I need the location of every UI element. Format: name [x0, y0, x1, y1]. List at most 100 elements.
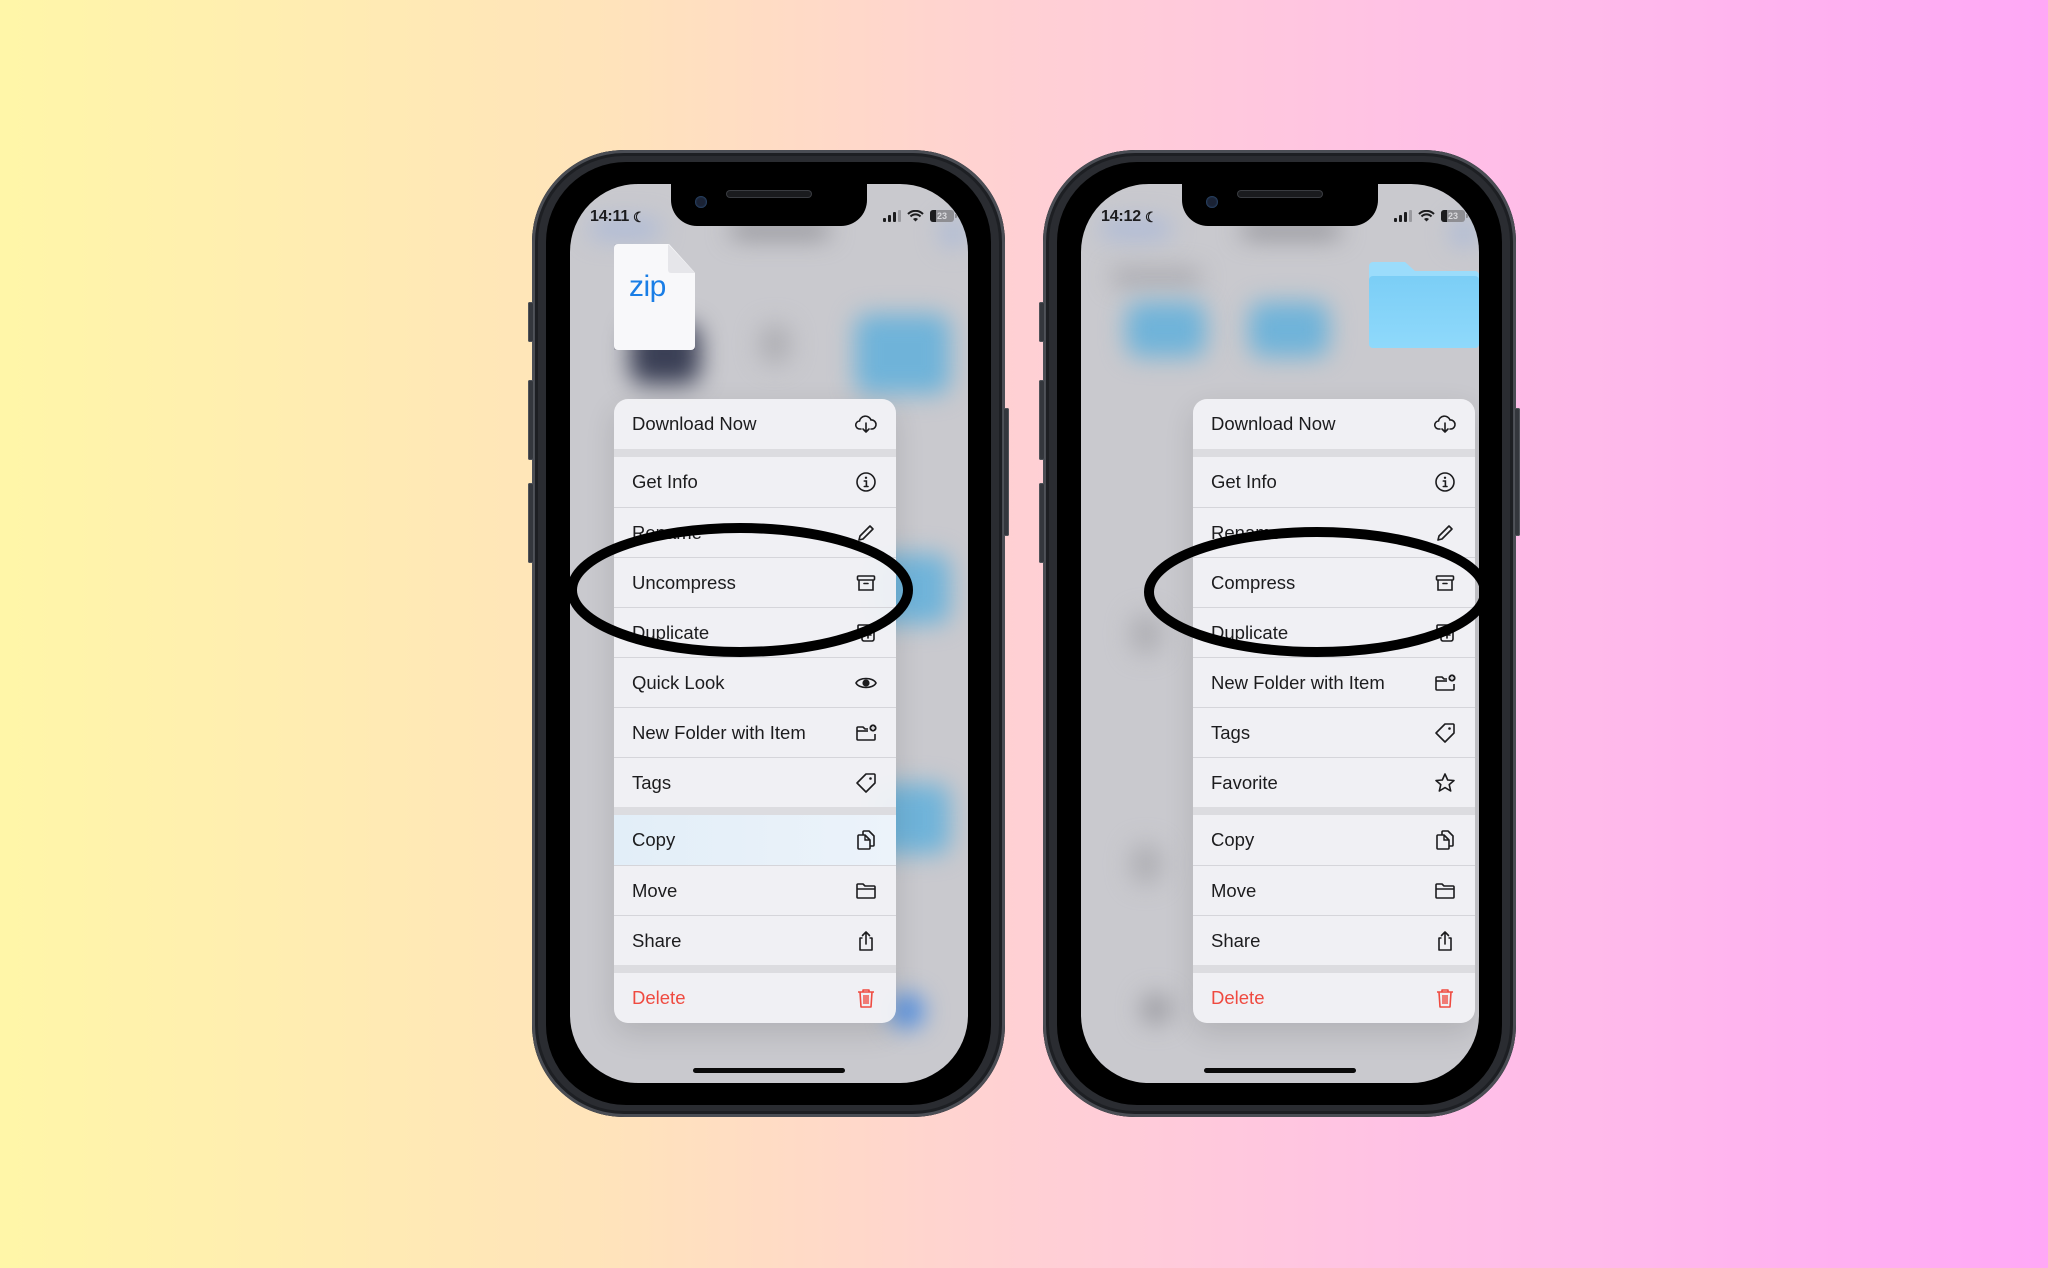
status-icons: 23: [883, 210, 957, 222]
menu-item-move[interactable]: Move: [614, 865, 896, 915]
menu-item-get-info[interactable]: Get Info: [614, 457, 896, 507]
menu-item-label: Delete: [632, 987, 686, 1008]
camera: [695, 196, 707, 208]
status-time: 14:11 ☾: [590, 208, 646, 225]
copy-icon: [1433, 828, 1457, 852]
menu-item-label: Compress: [1211, 571, 1296, 593]
menu-item-label: Download Now: [632, 413, 757, 434]
pencil-icon: [1433, 521, 1457, 545]
menu-group-separator: [614, 965, 896, 973]
blurred-nav-button: [940, 220, 966, 246]
menu-item-label: Duplicate: [1211, 621, 1289, 643]
star-icon: [1433, 771, 1457, 795]
share-icon: [854, 929, 878, 953]
battery-icon: 23: [1441, 210, 1468, 222]
context-menu: Download Now Get Info Rename Compress Duplic…: [1193, 399, 1475, 1023]
tag-icon: [854, 771, 878, 795]
menu-item-delete[interactable]: Delete: [1193, 973, 1475, 1023]
signal-icon: [883, 210, 901, 222]
menu-item-tags[interactable]: Tags: [614, 757, 896, 807]
cloud-download-icon: [854, 412, 878, 436]
menu-item-delete[interactable]: Delete: [614, 973, 896, 1023]
blurred-folder: [1249, 302, 1329, 357]
screen: 14:11 ☾ 23 zip Download Now Get Info Rena: [570, 184, 968, 1083]
trash-icon: [854, 986, 878, 1010]
menu-item-label: Rename: [632, 521, 702, 543]
menu-item-copy[interactable]: Copy: [614, 815, 896, 865]
context-menu: Download Now Get Info Rename Uncompress Dupl…: [614, 399, 896, 1023]
menu-item-duplicate[interactable]: Duplicate: [614, 607, 896, 657]
menu-item-download-now[interactable]: Download Now: [614, 399, 896, 449]
screen: 14:12 ☾ 23 Download Now Get Info Rename …: [1081, 184, 1479, 1083]
power-button: [1514, 408, 1520, 536]
power-button: [1003, 408, 1009, 536]
pencil-icon: [854, 521, 878, 545]
menu-item-duplicate[interactable]: Duplicate: [1193, 607, 1475, 657]
menu-item-share[interactable]: Share: [614, 915, 896, 965]
info-circle-icon: [1433, 470, 1457, 494]
menu-item-share[interactable]: Share: [1193, 915, 1475, 965]
menu-group-separator: [1193, 965, 1475, 973]
zip-label: zip: [629, 270, 666, 303]
menu-group-separator: [1193, 807, 1475, 815]
menu-item-label: Delete: [1211, 987, 1265, 1008]
menu-item-download-now[interactable]: Download Now: [1193, 399, 1475, 449]
eye-icon: [854, 671, 878, 695]
volume-up-button: [528, 380, 534, 460]
menu-item-label: Copy: [1211, 829, 1255, 850]
menu-item-label: New Folder with Item: [632, 721, 806, 743]
menu-item-label: Move: [632, 879, 678, 901]
home-indicator[interactable]: [693, 1068, 845, 1073]
signal-icon: [1394, 210, 1412, 222]
menu-item-rename[interactable]: Rename: [1193, 507, 1475, 557]
menu-item-quick-look[interactable]: Quick Look: [614, 657, 896, 707]
menu-item-uncompress[interactable]: Uncompress: [614, 557, 896, 607]
menu-item-copy[interactable]: Copy: [1193, 815, 1475, 865]
menu-item-label: Quick Look: [632, 671, 725, 693]
menu-item-compress[interactable]: Compress: [1193, 557, 1475, 607]
menu-item-label: Duplicate: [632, 621, 710, 643]
menu-item-label: Get Info: [1211, 471, 1277, 492]
menu-item-label: Rename: [1211, 521, 1281, 543]
menu-item-new-folder-with-item[interactable]: New Folder with Item: [614, 707, 896, 757]
action-button: [1039, 302, 1045, 342]
menu-item-label: Tags: [632, 771, 672, 793]
volume-up-button: [1039, 380, 1045, 460]
folder-plus-icon: [854, 721, 878, 745]
folder-plus-icon: [1433, 671, 1457, 695]
blurred-folder: [1126, 302, 1206, 357]
archive-box-icon: [1433, 571, 1457, 595]
menu-item-move[interactable]: Move: [1193, 865, 1475, 915]
wifi-icon: [907, 210, 924, 222]
menu-item-tags[interactable]: Tags: [1193, 707, 1475, 757]
menu-item-label: New Folder with Item: [1211, 671, 1385, 693]
wifi-icon: [1418, 210, 1435, 222]
camera: [1206, 196, 1218, 208]
status-time: 14:12 ☾: [1101, 208, 1158, 225]
menu-group-separator: [614, 449, 896, 457]
menu-group-separator: [1193, 449, 1475, 457]
menu-item-label: Uncompress: [632, 571, 736, 593]
blurred-item: [760, 324, 790, 364]
archive-box-icon: [854, 571, 878, 595]
bezel: 14:11 ☾ 23 zip Download Now Get Info Rena: [546, 162, 991, 1105]
moon-icon: ☾: [1144, 208, 1158, 225]
bezel: 14:12 ☾ 23 Download Now Get Info Rename …: [1057, 162, 1502, 1105]
blurred-row: [1131, 614, 1161, 654]
menu-item-rename[interactable]: Rename: [614, 507, 896, 557]
home-indicator[interactable]: [1204, 1068, 1356, 1073]
menu-item-new-folder-with-item[interactable]: New Folder with Item: [1193, 657, 1475, 707]
battery-icon: 23: [930, 210, 957, 222]
moon-icon: ☾: [633, 208, 646, 225]
menu-item-label: Share: [632, 929, 682, 951]
folder-icon: [1433, 879, 1457, 903]
phone-right: 14:12 ☾ 23 Download Now Get Info Rename …: [1039, 150, 1520, 1117]
menu-group-separator: [614, 807, 896, 815]
info-circle-icon: [854, 470, 878, 494]
menu-item-label: Copy: [632, 829, 676, 850]
menu-item-favorite[interactable]: Favorite: [1193, 757, 1475, 807]
volume-down-button: [528, 483, 534, 563]
share-icon: [1433, 929, 1457, 953]
menu-item-get-info[interactable]: Get Info: [1193, 457, 1475, 507]
tag-icon: [1433, 721, 1457, 745]
